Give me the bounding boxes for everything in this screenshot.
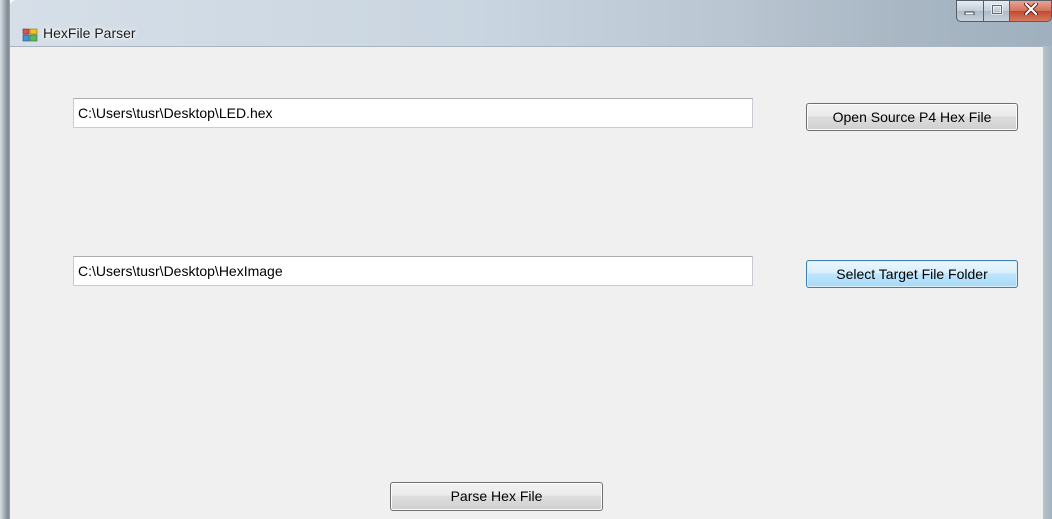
window-right-border[interactable] xyxy=(1043,46,1052,519)
close-button[interactable] xyxy=(1009,0,1052,22)
title-bar[interactable]: HexFile Parser xyxy=(10,0,1052,46)
maximize-icon xyxy=(990,2,1003,20)
close-icon xyxy=(1023,2,1038,20)
minimize-button[interactable] xyxy=(956,0,983,22)
maximize-button[interactable] xyxy=(983,0,1009,22)
caption-buttons xyxy=(956,0,1052,22)
form-client-area: C:\Users\tusr\Desktop\LED.hex Open Sourc… xyxy=(10,46,1043,519)
open-source-hex-file-button[interactable]: Open Source P4 Hex File xyxy=(806,103,1018,131)
source-file-path-input[interactable]: C:\Users\tusr\Desktop\LED.hex xyxy=(73,98,753,128)
parse-hex-file-button[interactable]: Parse Hex File xyxy=(390,482,603,511)
desktop-background-edge xyxy=(0,0,10,519)
window-title: HexFile Parser xyxy=(43,25,136,41)
app-window-icon[interactable] xyxy=(22,27,38,43)
minimize-icon xyxy=(964,2,976,20)
select-target-folder-button[interactable]: Select Target File Folder xyxy=(806,260,1018,288)
app-window: HexFile Parser C:\Users\tusr\Desktop\LED… xyxy=(10,0,1052,519)
target-folder-path-input[interactable]: C:\Users\tusr\Desktop\HexImage xyxy=(73,256,753,286)
